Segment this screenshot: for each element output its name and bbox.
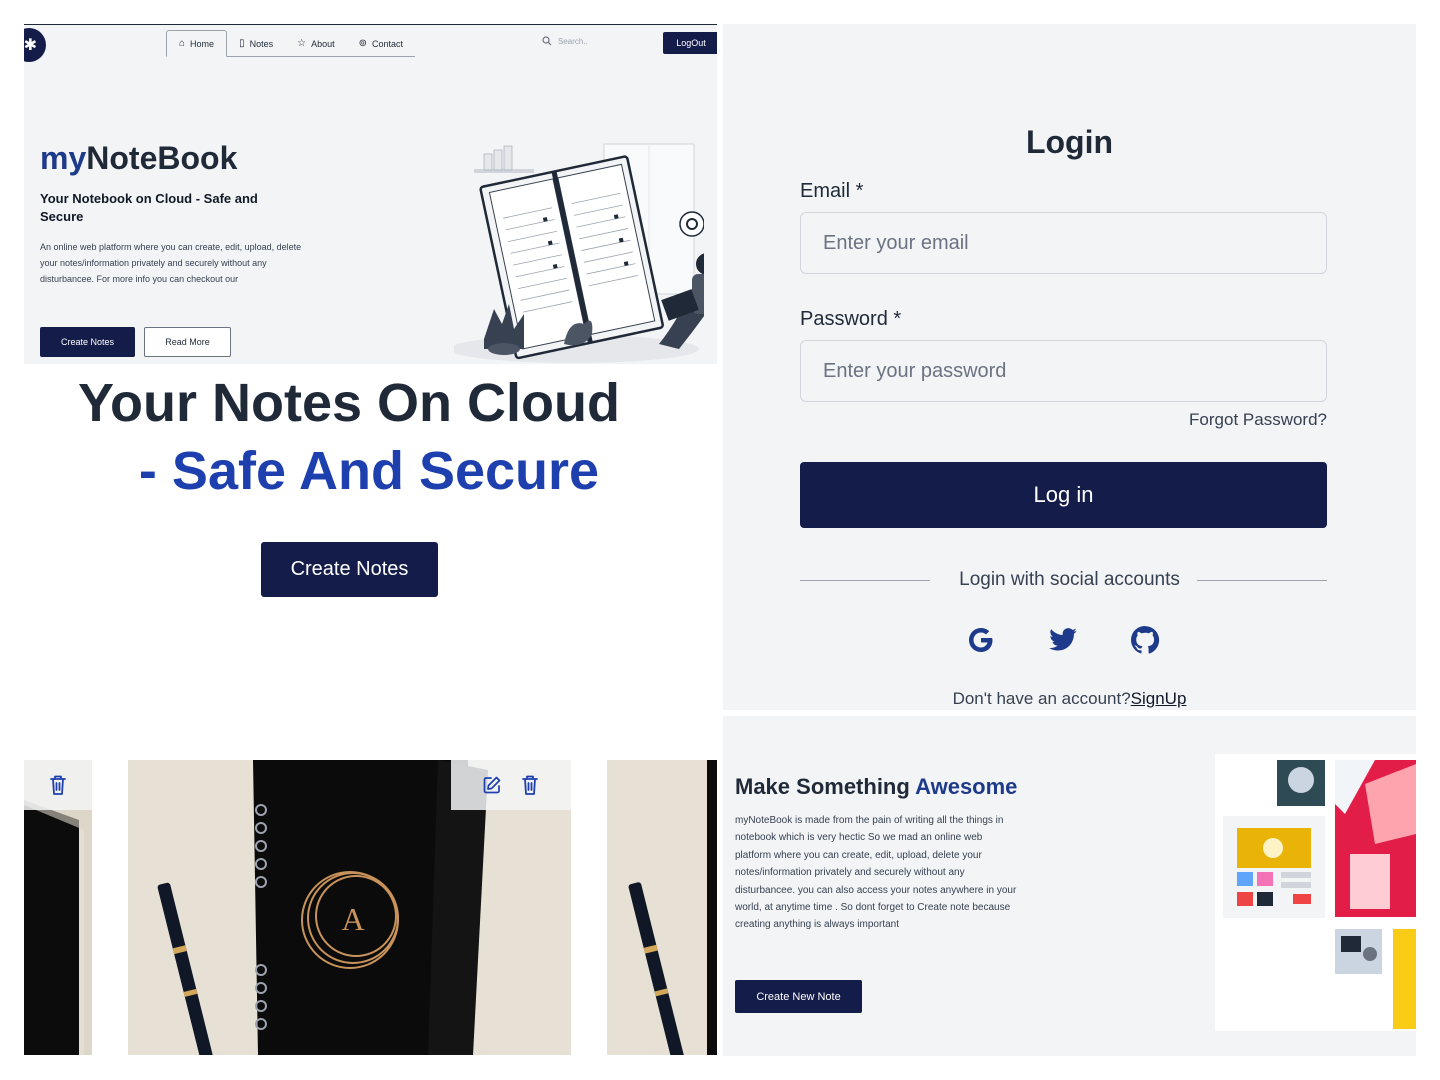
logo-glyph: ✱ bbox=[24, 37, 37, 54]
book-icon: ▯ bbox=[239, 38, 245, 49]
search-box[interactable]: Search.. bbox=[542, 36, 588, 46]
notes-grid: A bbox=[24, 760, 717, 1055]
trash-icon[interactable] bbox=[520, 774, 540, 796]
about-description: myNoteBook is made from the pain of writ… bbox=[735, 815, 1017, 931]
tagline-line1: Your Notes On Cloud bbox=[78, 373, 620, 433]
logout-button[interactable]: LogOut bbox=[663, 32, 717, 54]
note-card[interactable]: A bbox=[128, 760, 571, 1055]
edit-icon[interactable] bbox=[482, 775, 502, 795]
divider-right bbox=[1197, 580, 1327, 581]
card-actions bbox=[451, 760, 571, 810]
nav-label: Contact bbox=[371, 38, 404, 49]
hero-subtitle: Your Notebook on Cloud - Safe and Secure bbox=[40, 191, 258, 224]
note-card[interactable] bbox=[24, 760, 92, 1055]
email-field[interactable] bbox=[800, 212, 1327, 274]
tagline-dash: - bbox=[138, 441, 172, 501]
search-icon bbox=[542, 36, 552, 46]
hero-description: An online web platform where you can cre… bbox=[40, 242, 302, 284]
about-title-part2: Awesome bbox=[915, 774, 1018, 799]
about-title: Make Something Awesome bbox=[735, 774, 1017, 800]
star-icon: ☆ bbox=[297, 38, 307, 49]
about-section: Make Something Awesome myNoteBook is mad… bbox=[723, 716, 1416, 1056]
navbar: ⌂ Home ▯ Notes ☆ About ⊚ Contact bbox=[166, 30, 416, 57]
tagline-line2: - Safe And Secure bbox=[24, 440, 714, 502]
create-notes-button[interactable]: Create Notes bbox=[40, 327, 135, 357]
note-card-image bbox=[607, 760, 717, 1055]
hero-section: ✱ ⌂ Home ▯ Notes ☆ About ⊚ Contact Searc… bbox=[24, 24, 717, 364]
password-field[interactable] bbox=[800, 340, 1327, 402]
logo-icon[interactable]: ✱ bbox=[24, 28, 46, 62]
at-icon: ⊚ bbox=[358, 38, 367, 49]
card-actions bbox=[24, 760, 92, 810]
nav-label: Home bbox=[190, 38, 215, 49]
about-title-part1: Make Something bbox=[735, 774, 916, 799]
create-new-note-button[interactable]: Create New Note bbox=[735, 980, 862, 1013]
collage-images bbox=[1223, 760, 1416, 1029]
top-border bbox=[24, 24, 717, 25]
image-collage bbox=[1215, 754, 1416, 1031]
login-section: Login Email * Password * Forgot Password… bbox=[723, 24, 1416, 710]
search-input[interactable]: Search.. bbox=[558, 37, 588, 46]
notebook-illustration bbox=[454, 143, 704, 363]
email-label: Email * bbox=[800, 180, 864, 202]
no-account-text: Don't have an account? bbox=[952, 689, 1131, 708]
github-icon[interactable] bbox=[1127, 622, 1163, 658]
signup-prompt: Don't have an account?SignUp bbox=[723, 689, 1416, 709]
google-icon[interactable] bbox=[963, 622, 999, 658]
home-icon: ⌂ bbox=[179, 38, 186, 49]
trash-icon[interactable] bbox=[48, 774, 68, 796]
nav-tab-about[interactable]: ☆ About bbox=[285, 30, 347, 57]
brand-title: myNoteBook bbox=[40, 140, 237, 177]
nav-tab-notes[interactable]: ▯ Notes bbox=[227, 30, 285, 57]
read-more-button[interactable]: Read More bbox=[144, 327, 231, 357]
create-notes-large-button[interactable]: Create Notes bbox=[261, 542, 438, 597]
signup-link[interactable]: SignUp bbox=[1131, 689, 1187, 708]
tagline-line2-text: Safe And Secure bbox=[171, 441, 600, 501]
forgot-password-link[interactable]: Forgot Password? bbox=[1189, 410, 1327, 430]
password-label: Password * bbox=[800, 308, 902, 330]
nav-tab-contact[interactable]: ⊚ Contact bbox=[347, 30, 415, 57]
note-card[interactable] bbox=[607, 760, 717, 1055]
login-button[interactable]: Log in bbox=[800, 462, 1327, 528]
brand-title-part1: my bbox=[40, 140, 87, 176]
tagline-section: Your Notes On Cloud - Safe And Secure Cr… bbox=[24, 364, 717, 694]
nav-label: Notes bbox=[249, 38, 274, 49]
nav-tab-home[interactable]: ⌂ Home bbox=[166, 30, 228, 57]
brand-title-part2: NoteBook bbox=[86, 140, 238, 176]
nav-label: About bbox=[311, 38, 335, 49]
login-title: Login bbox=[1025, 124, 1114, 160]
note-letter: A bbox=[341, 901, 364, 937]
twitter-icon[interactable] bbox=[1045, 622, 1081, 658]
